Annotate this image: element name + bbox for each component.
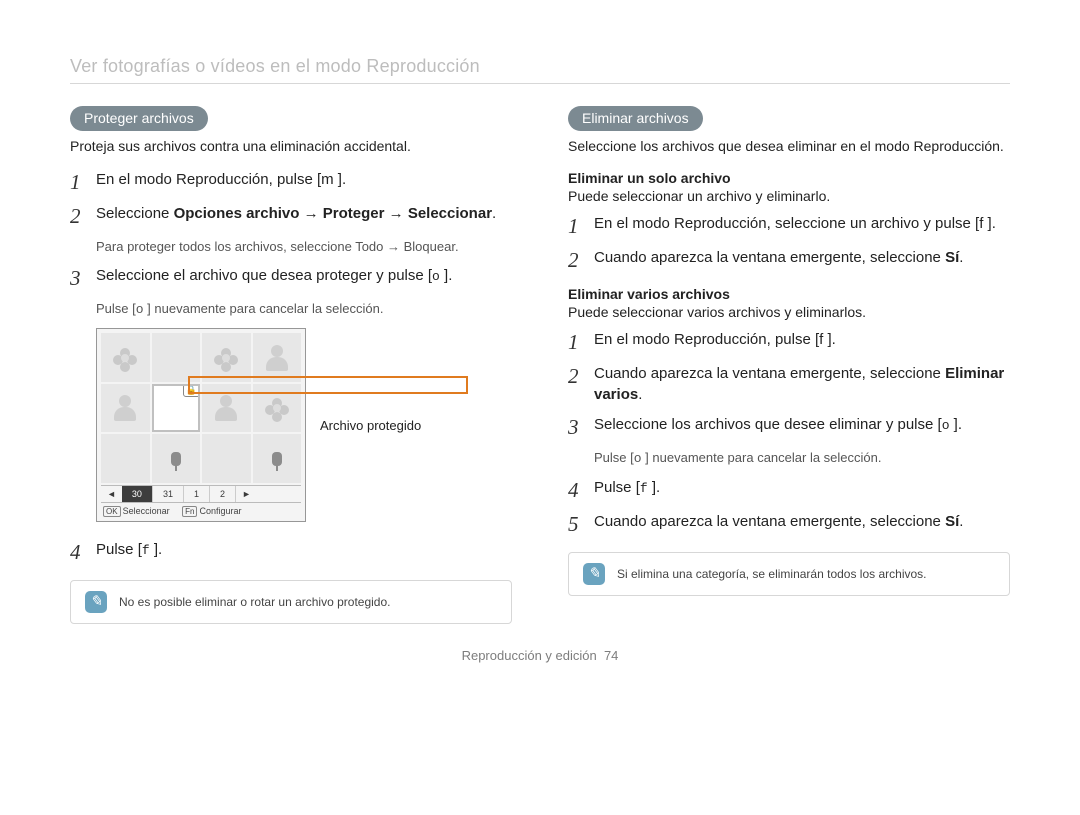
thumb — [101, 384, 150, 433]
s1-step-1-text: En el modo Reproducción, seleccione un a… — [594, 214, 996, 234]
step-2: Seleccione Opciones archivo → Proteger →… — [70, 204, 512, 228]
camera-screen: 🔒 ◄ 30 31 1 2 — [96, 328, 306, 522]
note-text: Si elimina una categoría, se eliminarán … — [617, 567, 927, 581]
caret-left-icon: ◄ — [101, 486, 122, 502]
subtext-multi: Puede seleccionar varios archivos y elim… — [568, 304, 1010, 320]
column-proteger: Proteger archivos Proteja sus archivos c… — [70, 106, 512, 624]
lock-icon: 🔒 — [183, 384, 200, 397]
s2-step-3-sub: Pulse [o ] nuevamente para cancelar la s… — [594, 449, 1010, 468]
bust-icon — [264, 345, 290, 371]
step-2-sub: Para proteger todos los archivos, selecc… — [96, 238, 512, 256]
flower-icon — [267, 398, 287, 418]
s2-step-2: Cuando aparezca la ventana emergente, se… — [568, 364, 1010, 405]
step-1: En el modo Reproducción, pulse [m ]. — [70, 170, 512, 194]
note-icon: ✎ — [85, 591, 107, 613]
s2-step-1-text: En el modo Reproducción, pulse [f ]. — [594, 330, 836, 350]
s1-step-2: Cuando aparezca la ventana emergente, se… — [568, 248, 1010, 272]
step-2-text: Seleccione Opciones archivo → Proteger →… — [96, 204, 496, 224]
s2-step-5: Cuando aparezca la ventana emergente, se… — [568, 512, 1010, 536]
tab: 31 — [153, 486, 184, 502]
intro-eliminar: Seleccione los archivos que desea elimin… — [568, 137, 1010, 156]
step-4-text: Pulse [f ]. — [96, 540, 162, 560]
tab: 1 — [184, 486, 210, 502]
thumb-selected: 🔒 — [152, 384, 201, 433]
flower-icon — [216, 348, 236, 368]
thumb — [152, 333, 201, 382]
s2-step-3-text: Seleccione los archivos que desee elimin… — [594, 415, 962, 435]
bust-icon — [213, 395, 239, 421]
s2-step-4-text: Pulse [f ]. — [594, 478, 660, 498]
page-title: Ver fotografías o vídeos en el modo Repr… — [70, 56, 1010, 84]
intro-proteger: Proteja sus archivos contra una eliminac… — [70, 137, 512, 156]
bust-icon — [112, 395, 138, 421]
status-bar: OKSeleccionar FnConfigurar — [101, 502, 301, 519]
thumb — [253, 434, 302, 483]
caret-right-icon: ► — [236, 486, 257, 502]
note-box: ✎ Si elimina una categoría, se eliminará… — [568, 552, 1010, 596]
section-pill-eliminar: Eliminar archivos — [568, 106, 703, 131]
flower-icon — [115, 348, 135, 368]
tab: 30 — [122, 486, 153, 502]
thumb — [202, 434, 251, 483]
subhead-single: Eliminar un solo archivo — [568, 170, 1010, 186]
note-text: No es posible eliminar o rotar un archiv… — [119, 595, 390, 609]
s2-step-3: Seleccione los archivos que desee elimin… — [568, 415, 1010, 439]
step-4: Pulse [f ]. — [70, 540, 512, 564]
note-icon: ✎ — [583, 563, 605, 585]
illustration-row: 🔒 ◄ 30 31 1 2 — [96, 328, 512, 522]
section-pill-proteger: Proteger archivos — [70, 106, 208, 131]
mic-icon — [171, 452, 181, 466]
thumb — [202, 384, 251, 433]
thumb — [202, 333, 251, 382]
s1-step-2-text: Cuando aparezca la ventana emergente, se… — [594, 248, 963, 268]
subhead-multi: Eliminar varios archivos — [568, 286, 1010, 302]
tab: 2 — [210, 486, 236, 502]
page-footer: Reproducción y edición 74 — [70, 648, 1010, 663]
thumb — [253, 333, 302, 382]
subtext-single: Puede seleccionar un archivo y eliminarl… — [568, 188, 1010, 204]
mic-icon — [272, 452, 282, 466]
step-3-sub: Pulse [o ] nuevamente para cancelar la s… — [96, 300, 512, 319]
ok-key-icon: OK — [103, 506, 121, 517]
s2-step-4: Pulse [f ]. — [568, 478, 1010, 502]
step-3: Seleccione el archivo que desea proteger… — [70, 266, 512, 290]
s2-step-1: En el modo Reproducción, pulse [f ]. — [568, 330, 1010, 354]
thumb — [101, 434, 150, 483]
s2-step-5-text: Cuando aparezca la ventana emergente, se… — [594, 512, 963, 532]
thumb — [152, 434, 201, 483]
thumb — [101, 333, 150, 382]
thumb — [253, 384, 302, 433]
s2-step-2-text: Cuando aparezca la ventana emergente, se… — [594, 364, 1010, 405]
step-3-text: Seleccione el archivo que desea proteger… — [96, 266, 452, 286]
step-1-text: En el modo Reproducción, pulse [m ]. — [96, 170, 346, 190]
fn-key-icon: Fn — [182, 506, 197, 517]
calendar-tabs: ◄ 30 31 1 2 ► — [101, 485, 301, 502]
callout-label: Archivo protegido — [320, 418, 421, 433]
note-box: ✎ No es posible eliminar o rotar un arch… — [70, 580, 512, 624]
s1-step-1: En el modo Reproducción, seleccione un a… — [568, 214, 1010, 238]
column-eliminar: Eliminar archivos Seleccione los archivo… — [568, 106, 1010, 624]
